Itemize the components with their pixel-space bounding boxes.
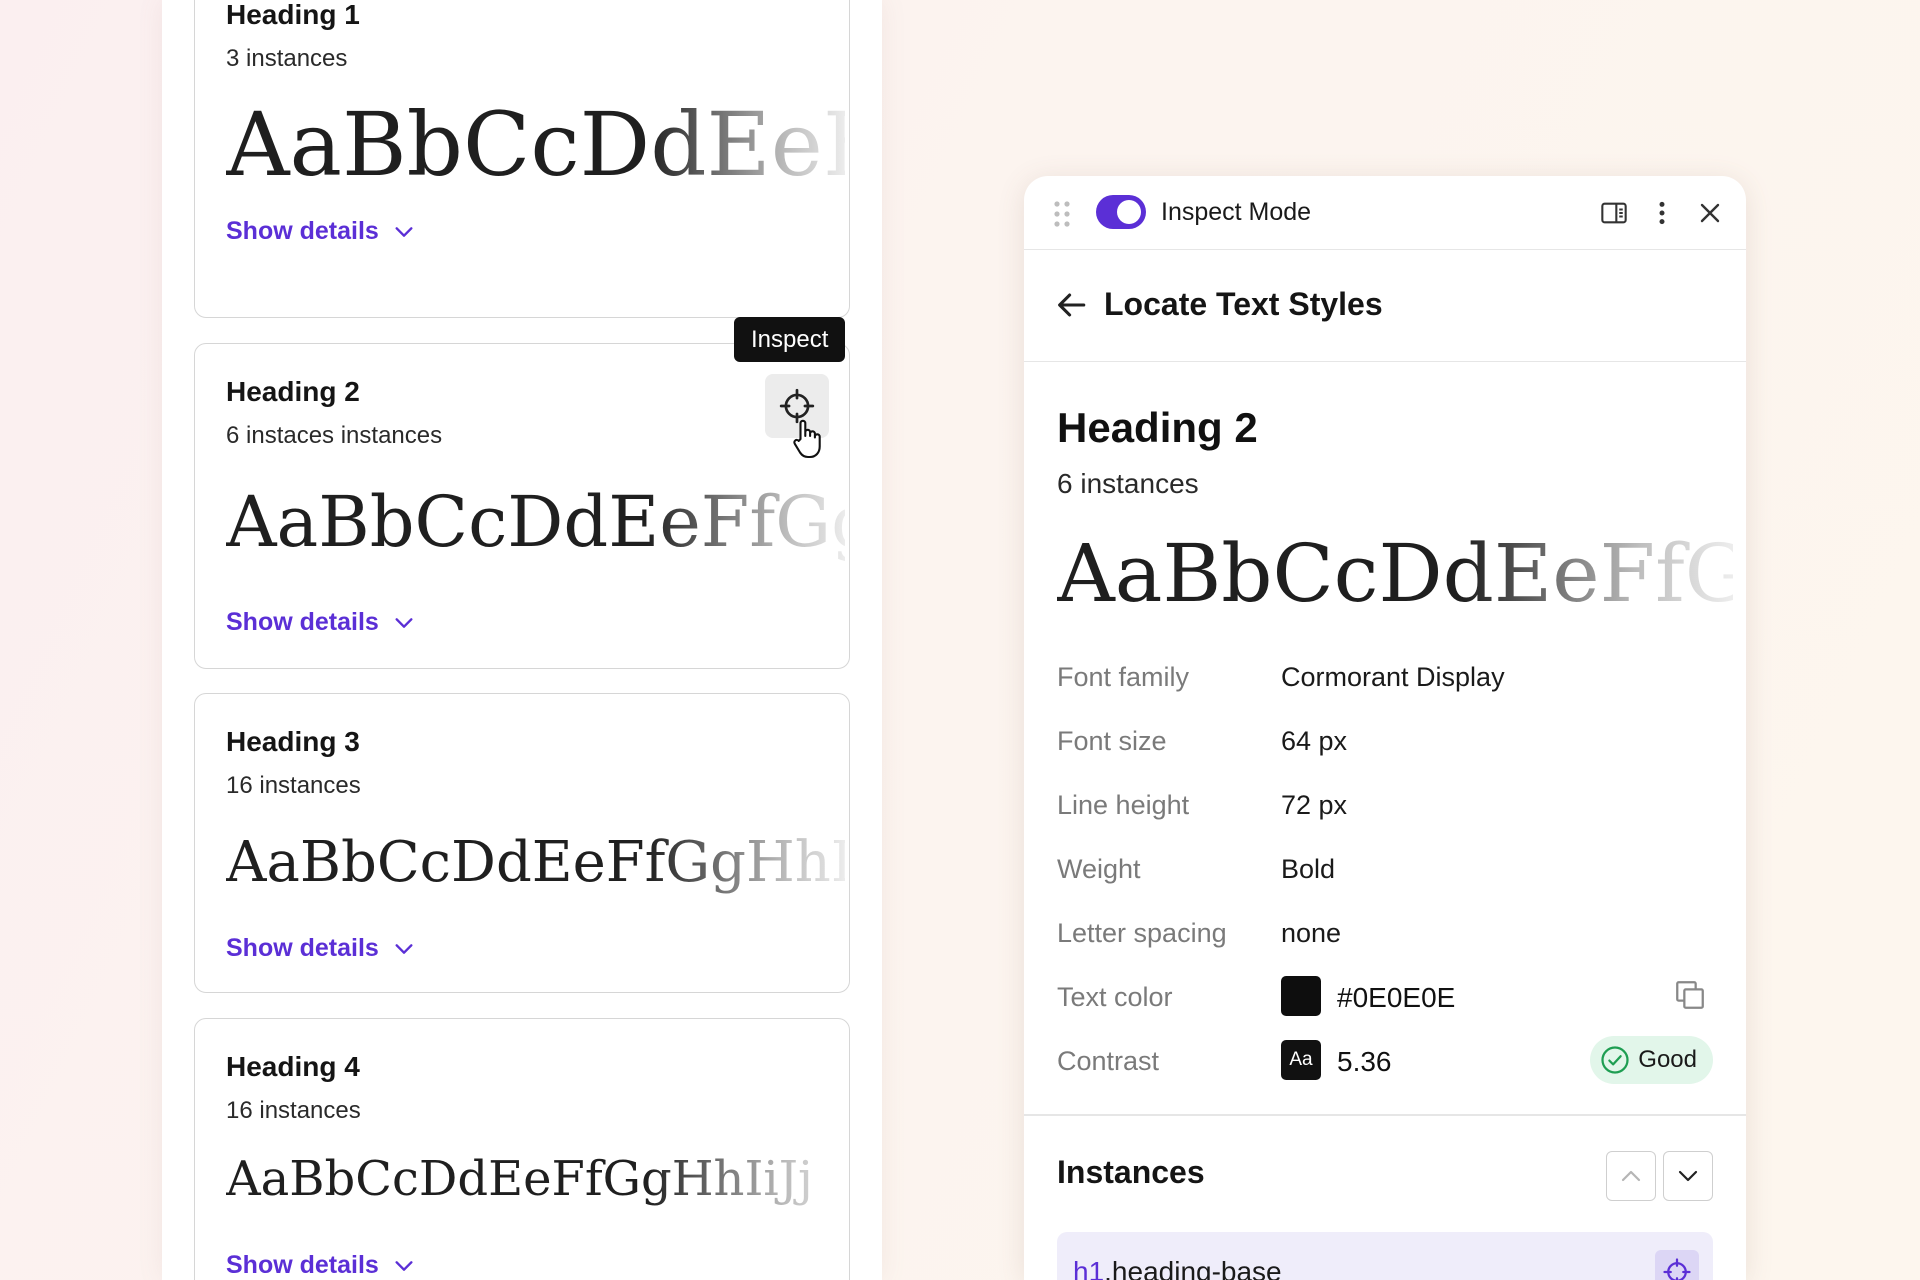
show-details-label: Show details (226, 1251, 379, 1279)
instance-tag: h1 (1073, 1256, 1105, 1280)
property-weight: Weight Bold (1057, 844, 1713, 892)
property-value: 64 px (1281, 726, 1348, 756)
card-title: Heading 2 (226, 376, 360, 407)
section-divider (1024, 1114, 1746, 1116)
chevron-down-icon (395, 617, 413, 628)
chevron-down-icon (1678, 1170, 1698, 1182)
previous-instance-button[interactable] (1606, 1151, 1656, 1201)
type-specimen: AaBbCcDdEeFfGgHhIi (226, 832, 845, 894)
card-title: Heading 3 (226, 726, 360, 757)
show-details-button[interactable]: Show details (226, 608, 415, 637)
show-details-label: Show details (226, 608, 379, 636)
show-details-label: Show details (226, 934, 379, 962)
card-instance-count: 3 instances (226, 45, 348, 72)
contrast-sample-badge: Aa (1281, 1040, 1321, 1080)
toggle-knob (1117, 200, 1141, 224)
pointer-hand-cursor-icon (793, 419, 821, 459)
property-line-height: Line height 72 px (1057, 780, 1713, 828)
contrast-rating-label: Good (1638, 1046, 1697, 1073)
style-name: Heading 2 (1057, 404, 1258, 451)
property-value: Bold (1281, 854, 1336, 884)
property-contrast: Contrast Aa 5.36 Good (1057, 1036, 1713, 1084)
color-swatch (1281, 976, 1321, 1016)
show-details-button[interactable]: Show details (226, 934, 415, 963)
property-value: Cormorant Display (1281, 662, 1505, 692)
next-instance-button[interactable] (1663, 1151, 1713, 1201)
property-text-color: Text color #0E0E0E (1057, 972, 1713, 1020)
inspect-tooltip: Inspect (734, 317, 846, 362)
close-button[interactable] (1694, 197, 1726, 229)
chevron-down-icon (395, 226, 413, 237)
chevron-down-icon (395, 1260, 413, 1271)
property-letter-spacing: Letter spacing none (1057, 908, 1713, 956)
more-options-button[interactable] (1646, 197, 1678, 229)
dock-panel-button[interactable] (1598, 197, 1630, 229)
close-icon (1700, 203, 1720, 223)
check-circle-icon (1601, 1046, 1629, 1074)
drag-handle-icon[interactable] (1052, 200, 1072, 228)
card-instance-count: 16 instances (226, 772, 361, 799)
property-label: Contrast (1057, 1046, 1160, 1076)
type-specimen: AaBbCcDdEeFfGg (226, 97, 845, 194)
property-label: Letter spacing (1057, 918, 1227, 948)
property-value: 72 px (1281, 790, 1348, 820)
text-style-card-heading-4[interactable]: Heading 4 16 instances AaBbCcDdEeFfGgHhI… (194, 1018, 850, 1280)
show-details-button[interactable]: Show details (226, 1251, 415, 1280)
instance-list-item[interactable]: h1.heading-base (1057, 1232, 1713, 1280)
show-details-button[interactable]: Show details (226, 217, 415, 246)
property-font-family: Font family Cormorant Display (1057, 652, 1713, 700)
instance-class: .heading-base (1104, 1256, 1282, 1280)
property-label: Font family (1057, 662, 1190, 692)
property-label: Text color (1057, 982, 1173, 1012)
color-hex-value: #0E0E0E (1337, 982, 1456, 1013)
text-style-card-heading-1[interactable]: Heading 1 3 instances AaBbCcDdEeFfGg Sho… (194, 0, 850, 318)
text-style-card-heading-2[interactable]: Heading 2 6 instaces instances AaBbCcDdE… (194, 343, 850, 669)
inspector-subheader: Locate Text Styles (1024, 250, 1746, 362)
text-styles-list-panel: Heading 1 3 instances AaBbCcDdEeFfGg Sho… (162, 0, 882, 1280)
inspect-mode-label: Inspect Mode (1161, 198, 1312, 226)
page-title: Locate Text Styles (1104, 286, 1383, 322)
locate-instance-button[interactable] (1655, 1250, 1699, 1280)
instance-selector: h1.heading-base (1073, 1256, 1282, 1280)
chevron-up-icon (1621, 1170, 1641, 1182)
card-instance-count: 6 instaces instances (226, 422, 443, 449)
more-vertical-icon (1659, 201, 1665, 225)
chevron-down-icon (395, 943, 413, 954)
inspect-mode-toggle[interactable] (1096, 195, 1146, 229)
card-instance-count: 16 instances (226, 1097, 361, 1124)
arrow-left-icon[interactable] (1054, 288, 1088, 322)
instances-heading: Instances (1057, 1154, 1205, 1190)
property-label: Line height (1057, 790, 1190, 820)
contrast-ratio-value: 5.36 (1337, 1046, 1392, 1077)
card-title: Heading 4 (226, 1051, 360, 1082)
side-panel-icon (1601, 202, 1627, 224)
style-type-specimen: AaBbCcDdEeFfGg (1057, 528, 1733, 620)
style-instance-count: 6 instances (1057, 468, 1199, 499)
type-specimen: AaBbCcDdEeFfGgHh (226, 484, 845, 561)
property-label: Font size (1057, 726, 1167, 756)
show-details-label: Show details (226, 217, 379, 245)
inspector-toolbar: Inspect Mode (1024, 176, 1746, 250)
type-specimen: AaBbCcDdEeFfGgHhIiJj (226, 1153, 845, 1206)
crosshair-icon (1663, 1258, 1691, 1280)
property-label: Weight (1057, 854, 1141, 884)
inspector-panel: Inspect Mode Locate Text Styles Heading … (1024, 176, 1746, 1280)
copy-icon[interactable] (1673, 978, 1707, 1012)
property-value: none (1281, 918, 1342, 948)
text-style-card-heading-3[interactable]: Heading 3 16 instances AaBbCcDdEeFfGgHhI… (194, 693, 850, 993)
property-font-size: Font size 64 px (1057, 716, 1713, 764)
contrast-rating-badge: Good (1590, 1036, 1713, 1084)
card-title: Heading 1 (226, 0, 360, 30)
